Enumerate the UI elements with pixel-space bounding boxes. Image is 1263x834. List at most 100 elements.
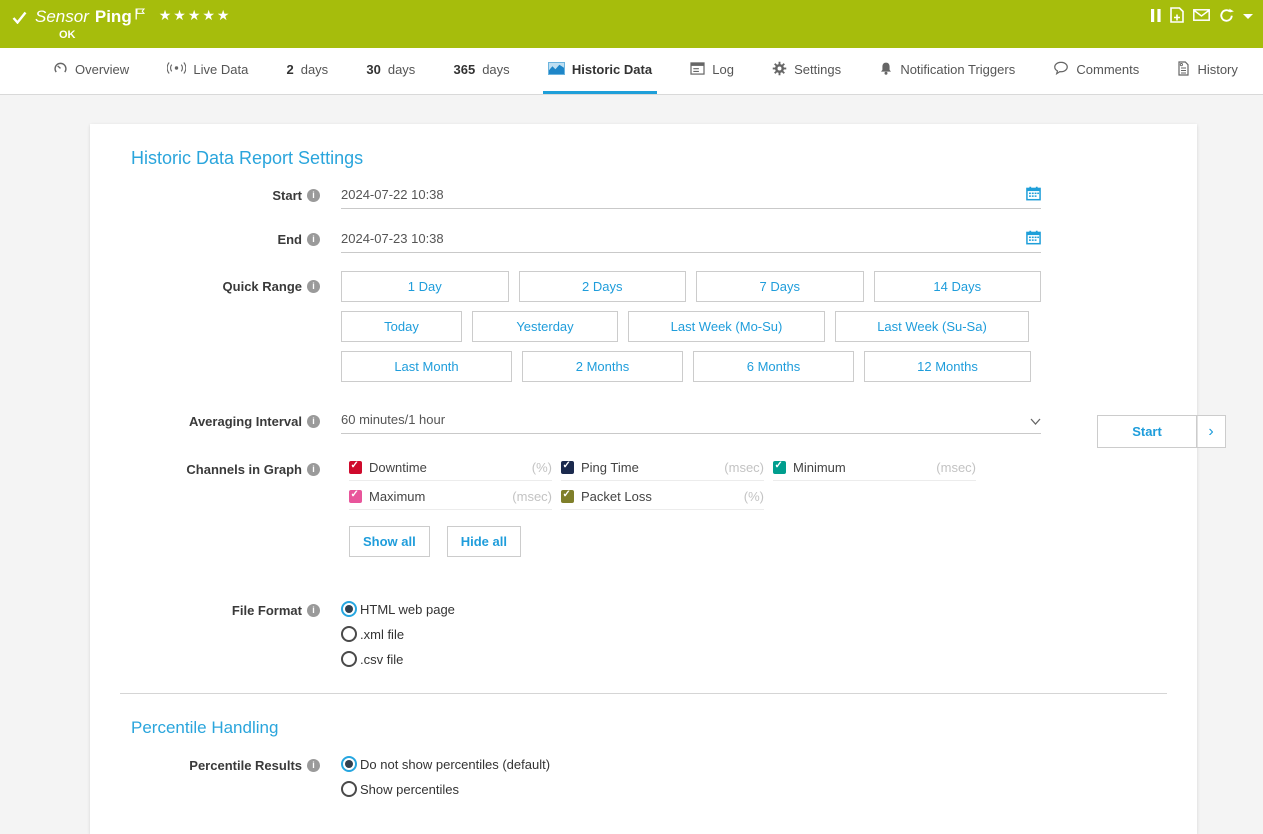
checkbox-checked-icon[interactable] [349,490,362,503]
page-content: Historic Data Report Settings Start 2024… [0,124,1263,834]
file-format-option-csv[interactable]: .csv file [341,651,455,667]
start-date-input[interactable]: 2024-07-22 10:38 [341,186,1041,209]
quick-range-row: Quick Range 1 Day 2 Days 7 Days 14 Days … [90,271,1197,382]
sensor-tabbar: Overview Live Data 2 days 30 days 365 da… [0,48,1263,95]
quick-range-button[interactable]: Last Month [341,351,512,382]
email-icon[interactable] [1193,9,1210,21]
history-doc-icon [1177,61,1190,79]
sensor-status-badge: OK [59,29,231,41]
historic-data-settings-card: Historic Data Report Settings Start 2024… [90,124,1197,834]
pause-icon[interactable] [1151,9,1161,22]
info-icon[interactable] [307,280,320,293]
channel-toggle-minimum[interactable]: Minimum (msec) [773,460,976,481]
averaging-interval-row: Averaging Interval 60 minutes/1 hour [90,412,1197,434]
radio-selected-icon[interactable] [341,756,357,772]
quick-range-button[interactable]: Yesterday [472,311,618,342]
start-options-chevron[interactable]: › [1197,415,1226,448]
channel-toggle-packet-loss[interactable]: Packet Loss (%) [561,489,764,510]
tab-log[interactable]: Log [685,48,739,94]
quick-range-button[interactable]: 2 Months [522,351,683,382]
percentile-option-none[interactable]: Do not show percentiles (default) [341,756,550,772]
tab-overview[interactable]: Overview [48,48,134,94]
show-all-button[interactable]: Show all [349,526,430,557]
percentile-results-label: Percentile Results [189,758,302,773]
checkbox-checked-icon[interactable] [561,490,574,503]
tab-historic-data[interactable]: Historic Data [543,48,657,94]
status-check-icon [12,11,27,29]
checkbox-checked-icon[interactable] [561,461,574,474]
percentile-results-row: Percentile Results Do not show percentil… [90,756,1197,797]
file-format-option-html[interactable]: HTML web page [341,601,455,617]
averaging-interval-label: Averaging Interval [189,414,302,429]
file-format-row: File Format HTML web page .xml file .csv… [90,601,1197,667]
start-row: Start 2024-07-22 10:38 [90,186,1197,209]
bell-icon [879,61,893,79]
tab-history[interactable]: History [1172,48,1242,94]
radio-icon[interactable] [341,626,357,642]
averaging-interval-select[interactable]: 60 minutes/1 hour [341,412,1041,434]
gauge-icon [53,61,68,78]
info-icon[interactable] [307,233,320,246]
percentile-handling-title: Percentile Handling [131,718,1197,738]
create-report-icon[interactable] [1170,7,1184,23]
info-icon[interactable] [307,759,320,772]
tab-365-days[interactable]: 365 days [449,48,515,94]
info-icon[interactable] [307,463,320,476]
radio-selected-icon[interactable] [341,601,357,617]
quick-range-button[interactable]: 14 Days [874,271,1042,302]
file-format-option-xml[interactable]: .xml file [341,626,455,642]
area-chart-icon [548,62,565,78]
tab-30-days[interactable]: 30 days [361,48,420,94]
averaging-interval-value: 60 minutes/1 hour [341,412,445,427]
hide-all-button[interactable]: Hide all [447,526,521,557]
info-icon[interactable] [307,189,320,202]
channel-toggle-downtime[interactable]: Downtime (%) [349,460,552,481]
tab-notification-triggers[interactable]: Notification Triggers [874,48,1020,94]
gear-icon [772,61,787,79]
info-icon[interactable] [307,415,320,428]
start-date-value: 2024-07-22 10:38 [341,187,444,202]
sensor-name: Ping [95,7,132,26]
calendar-icon[interactable] [1026,230,1041,248]
calendar-icon[interactable] [1026,186,1041,204]
tab-live-data[interactable]: Live Data [162,48,253,94]
start-button[interactable]: Start [1097,415,1197,448]
radio-icon[interactable] [341,781,357,797]
quick-range-label: Quick Range [223,279,302,294]
chevron-down-icon [1030,416,1041,428]
quick-range-button[interactable]: 7 Days [696,271,864,302]
info-icon[interactable] [307,604,320,617]
end-date-input[interactable]: 2024-07-23 10:38 [341,230,1041,253]
tab-settings[interactable]: Settings [767,48,846,94]
broadcast-icon [167,61,186,78]
channels-label: Channels in Graph [186,462,302,477]
quick-range-button[interactable]: Last Week (Mo-Su) [628,311,825,342]
percentile-option-show[interactable]: Show percentiles [341,781,550,797]
radio-icon[interactable] [341,651,357,667]
channel-toggle-maximum[interactable]: Maximum (msec) [349,489,552,510]
checkbox-checked-icon[interactable] [773,461,786,474]
quick-range-button[interactable]: 12 Months [864,351,1031,382]
comment-icon [1053,61,1069,78]
start-report-control: Start › [1097,415,1226,448]
sensor-header: Sensor Ping ★★★★★ OK [0,0,1263,48]
refresh-icon[interactable] [1219,8,1234,23]
priority-flag-icon[interactable] [135,5,145,24]
checkbox-checked-icon[interactable] [349,461,362,474]
section-divider [120,693,1167,694]
quick-range-button[interactable]: Last Week (Su-Sa) [835,311,1029,342]
start-label: Start [272,188,302,203]
tab-comments[interactable]: Comments [1048,48,1144,94]
channel-toggle-ping-time[interactable]: Ping Time (msec) [561,460,764,481]
quick-range-button[interactable]: Today [341,311,462,342]
quick-range-button[interactable]: 1 Day [341,271,509,302]
report-settings-title: Historic Data Report Settings [131,148,1197,168]
header-menu-caret-icon[interactable] [1243,14,1253,19]
quick-range-button[interactable]: 2 Days [519,271,687,302]
end-row: End 2024-07-23 10:38 [90,230,1197,253]
tab-2-days[interactable]: 2 days [281,48,333,94]
end-date-value: 2024-07-23 10:38 [341,231,444,246]
priority-stars[interactable]: ★★★★★ [159,6,232,25]
quick-range-button[interactable]: 6 Months [693,351,854,382]
file-format-label: File Format [232,603,302,618]
